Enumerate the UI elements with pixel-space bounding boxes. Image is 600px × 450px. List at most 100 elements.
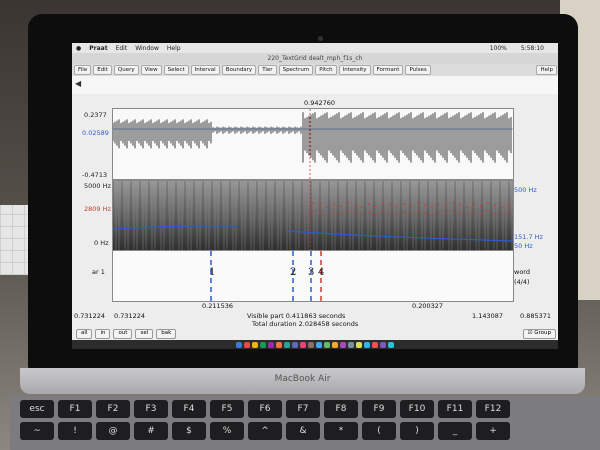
menu-spectrum-button[interactable]: Spectrum (278, 65, 314, 75)
menu-interval-button[interactable]: Interval (190, 65, 220, 75)
dock-app-icon[interactable] (356, 341, 362, 348)
dock-app-icon[interactable] (260, 341, 266, 348)
clock[interactable]: 5:58:10 (521, 45, 544, 52)
zoom-in-button[interactable]: in (95, 329, 111, 339)
formant-dot (326, 214, 328, 216)
dock-app-icon[interactable] (308, 341, 314, 348)
number-key[interactable]: & (286, 422, 320, 440)
zoom-out-button[interactable]: out (113, 329, 133, 339)
menu-boundary-button[interactable]: Boundary (221, 65, 257, 75)
menu-tier-button[interactable]: Tier (258, 65, 277, 75)
menu-help[interactable]: Help (167, 45, 181, 52)
zoom-sel-button[interactable]: sel (135, 329, 154, 339)
dock-app-icon[interactable] (348, 341, 354, 348)
function-key[interactable]: F6 (248, 400, 282, 418)
menu-window[interactable]: Window (135, 45, 159, 52)
function-key[interactable]: F8 (324, 400, 358, 418)
wave-y-top: 0.2377 (84, 111, 107, 119)
dock-app-icon[interactable] (292, 341, 298, 348)
dock-app-icon[interactable] (252, 341, 258, 348)
zoom-back-button[interactable]: bak (156, 329, 177, 339)
function-key[interactable]: F1 (58, 400, 92, 418)
function-key[interactable]: F5 (210, 400, 244, 418)
dock-app-icon[interactable] (372, 341, 378, 348)
formant-dot (403, 203, 405, 205)
menu-query-button[interactable]: Query (113, 65, 139, 75)
dock-app-icon[interactable] (244, 341, 250, 348)
formant-dot (445, 205, 447, 207)
number-key[interactable]: ) (400, 422, 434, 440)
laptop-brand-label: MacBook Air (274, 374, 331, 384)
waveform-panel[interactable] (112, 108, 514, 180)
dock-app-icon[interactable] (316, 341, 322, 348)
formant-dot (417, 210, 419, 212)
number-key[interactable]: * (324, 422, 358, 440)
number-key[interactable]: @ (96, 422, 130, 440)
help-button[interactable]: Help (536, 65, 557, 75)
number-key[interactable]: ^ (248, 422, 282, 440)
formant-dot (438, 211, 440, 213)
number-key[interactable]: # (134, 422, 168, 440)
tier-right-label: word (514, 268, 530, 276)
apple-icon[interactable]: ● (76, 45, 81, 52)
text-edit-row[interactable]: ◀ (72, 76, 558, 94)
dock-app-icon[interactable] (388, 341, 394, 348)
menu-file-button[interactable]: File (74, 65, 92, 75)
function-key[interactable]: F3 (134, 400, 168, 418)
function-key[interactable]: F4 (172, 400, 206, 418)
dock-app-icon[interactable] (268, 341, 274, 348)
menu-pitch-button[interactable]: Pitch (315, 65, 337, 75)
function-key[interactable]: F11 (438, 400, 472, 418)
window-title: 220_TextGrid dealt_mph_f1s_ch (72, 53, 558, 64)
function-key[interactable]: F2 (96, 400, 130, 418)
menu-edit-button[interactable]: Edit (93, 65, 112, 75)
group-checkbox[interactable]: ☑ Group (522, 329, 556, 339)
function-key[interactable]: F9 (362, 400, 396, 418)
dock-app-icon[interactable] (340, 341, 346, 348)
number-key-row: ~! @ # $% ^ & *() _ + (20, 422, 510, 440)
number-key[interactable]: + (476, 422, 510, 440)
formant-dot (312, 202, 314, 204)
number-key[interactable]: % (210, 422, 244, 440)
function-key[interactable]: F10 (400, 400, 434, 418)
number-key[interactable]: _ (438, 422, 472, 440)
number-key[interactable]: ! (58, 422, 92, 440)
formant-dot (452, 210, 454, 212)
dock-app-icon[interactable] (364, 341, 370, 348)
menu-pulses-button[interactable]: Pulses (405, 65, 431, 75)
spectrogram-panel[interactable] (112, 180, 514, 252)
camera-icon (318, 36, 323, 41)
scroll-left-icon[interactable]: ◀ (75, 79, 81, 88)
menu-view-button[interactable]: View (140, 65, 162, 75)
dock-app-icon[interactable] (236, 341, 242, 348)
battery-status[interactable]: 100% (490, 45, 507, 52)
dock-app-icon[interactable] (380, 341, 386, 348)
function-key[interactable]: F12 (476, 400, 510, 418)
formant-dot (459, 212, 461, 214)
dock-app-icon[interactable] (276, 341, 282, 348)
dock-app-icon[interactable] (300, 341, 306, 348)
formant-dot (466, 214, 468, 216)
formant-dot (480, 213, 482, 215)
function-key[interactable]: F7 (286, 400, 320, 418)
menu-edit[interactable]: Edit (116, 45, 128, 52)
menu-app[interactable]: Praat (89, 45, 107, 52)
function-key[interactable]: esc (20, 400, 54, 418)
formant-dot (382, 210, 384, 212)
dock-app-icon[interactable] (332, 341, 338, 348)
dock-app-icon[interactable] (284, 341, 290, 348)
number-key[interactable]: ~ (20, 422, 54, 440)
menu-select-button[interactable]: Select (163, 65, 189, 75)
formant-dot (333, 211, 335, 213)
formant-dot (501, 214, 503, 216)
interval-label-2: 2 (290, 267, 297, 278)
textgrid-tier[interactable]: 1 2 3 4 (112, 250, 514, 302)
dock-app-icon[interactable] (324, 341, 330, 348)
formant-dot (424, 204, 426, 206)
zoom-all-button[interactable]: all (76, 329, 93, 339)
number-key[interactable]: $ (172, 422, 206, 440)
number-key[interactable]: ( (362, 422, 396, 440)
spec-right-bottom: 50 Hz (514, 242, 533, 250)
menu-formant-button[interactable]: Formant (372, 65, 404, 75)
menu-intensity-button[interactable]: Intensity (338, 65, 371, 75)
